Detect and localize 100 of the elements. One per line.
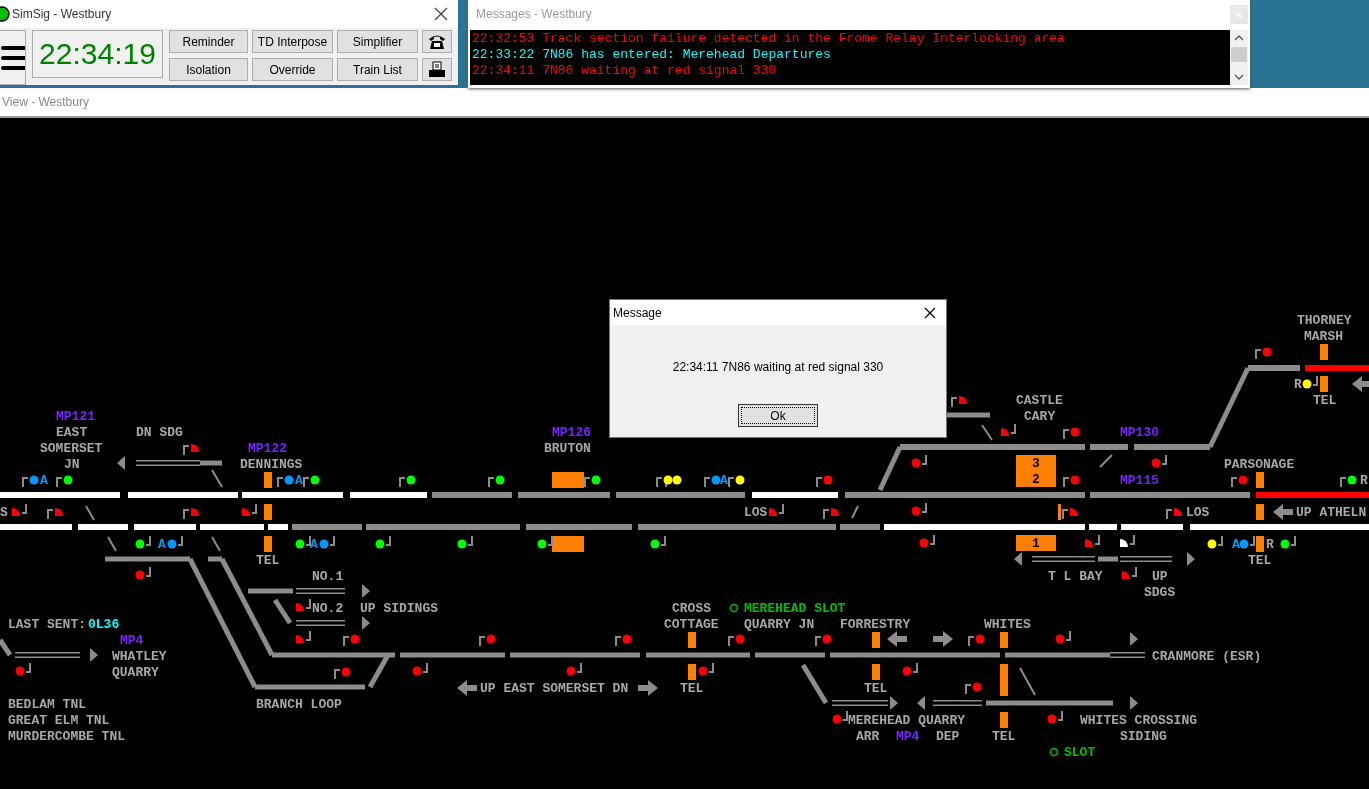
signal-post <box>708 662 714 673</box>
signal-post <box>704 477 711 488</box>
location-label: SIDING <box>1120 728 1167 744</box>
train-description: 0L36 <box>88 616 120 632</box>
toolbar-button[interactable]: Isolation <box>169 58 248 81</box>
ok-button[interactable]: Ok <box>738 404 818 427</box>
signal-post <box>22 477 29 488</box>
location-label: LOS <box>744 504 768 520</box>
signal-post <box>728 477 735 488</box>
siding-line <box>1032 556 1095 562</box>
location-label: TEL <box>256 552 280 568</box>
signal-post <box>177 535 183 546</box>
location-label: TEL <box>680 680 704 696</box>
arrow-icon <box>1130 696 1138 710</box>
signal-post <box>385 535 391 546</box>
milepost-label: MP4 <box>120 632 144 648</box>
message-line: 22:33:22 7N86 has entered: Merehead Departures <box>472 47 831 63</box>
signal-post <box>912 662 918 673</box>
telephone-button[interactable] <box>422 30 452 53</box>
indicator-letter: A <box>310 536 318 552</box>
location-label: TEL <box>992 728 1016 744</box>
signal-post <box>305 535 311 546</box>
location-label: EAST <box>56 424 88 440</box>
menu-button[interactable] <box>0 30 26 85</box>
toolbar-button[interactable]: Override <box>252 58 333 81</box>
location-label: WHATLEY <box>112 648 167 664</box>
toolbar-button[interactable]: Reminder <box>169 30 248 53</box>
crossover-line <box>107 536 117 552</box>
arrow-icon <box>1014 552 1022 566</box>
location-label: TEL <box>864 680 888 696</box>
slot-label: SLOT <box>1064 744 1096 760</box>
toolbar-button[interactable]: TD Interpose <box>252 30 333 53</box>
location-label: SDGS <box>1144 584 1176 600</box>
signal-post <box>1062 509 1069 520</box>
location-label: CARY <box>1024 408 1056 424</box>
location-label: DEP <box>936 728 960 744</box>
signal-post <box>1131 566 1137 577</box>
td-berth <box>1000 712 1008 728</box>
printer-button[interactable] <box>422 58 452 81</box>
td-berth <box>1000 632 1008 648</box>
arrow-icon <box>362 616 370 630</box>
td-berth <box>1256 536 1264 552</box>
track-line <box>800 663 829 705</box>
slot-icon <box>1049 747 1059 757</box>
location-label: MURDERCOMBE TNL <box>8 728 126 744</box>
signal-post <box>1094 534 1100 545</box>
window-title: SimSig - Westbury <box>12 7 112 21</box>
siding-line <box>1120 556 1172 562</box>
location-label: WHITES <box>984 616 1031 632</box>
arrow-icon <box>362 584 370 598</box>
siding-line <box>15 652 80 658</box>
location-label: TEL <box>1313 392 1337 408</box>
signal-post <box>1161 454 1167 465</box>
signal-post <box>1217 535 1223 546</box>
crossover-line <box>211 469 223 488</box>
signal-post <box>1231 477 1238 488</box>
berth-number: 3 <box>1032 455 1040 471</box>
signal-post <box>1166 509 1173 520</box>
siding-line <box>933 700 982 706</box>
location-label: S <box>0 504 8 520</box>
td-berth <box>688 632 696 648</box>
siding-line <box>832 700 888 706</box>
arrow-icon <box>90 648 98 662</box>
signal-post <box>660 535 666 546</box>
berth-number: 1 <box>1032 535 1040 551</box>
signal-post <box>547 535 553 546</box>
td-berth <box>1058 504 1061 520</box>
signal-post <box>921 502 927 513</box>
close-button[interactable] <box>434 7 448 21</box>
signal-post <box>145 566 151 577</box>
close-button[interactable] <box>924 306 936 319</box>
signal-post <box>329 535 335 546</box>
location-label: DENNINGS <box>240 456 303 472</box>
track-line <box>0 638 13 657</box>
signal-post <box>21 503 27 514</box>
location-label: DN SDG <box>136 424 183 440</box>
siding-line <box>296 620 345 626</box>
signal-post <box>1290 535 1296 546</box>
berth-number: 2 <box>1032 471 1040 487</box>
signal-post <box>56 477 63 488</box>
indicator-letter: A <box>158 536 166 552</box>
location-label: UP EAST SOMERSET DN <box>480 680 629 696</box>
location-label: CROSS <box>672 600 711 616</box>
scrollbar[interactable] <box>1230 30 1248 85</box>
location-label: SOMERSET <box>40 440 103 456</box>
arrow-icon <box>638 680 658 696</box>
signal-post <box>1057 710 1063 721</box>
location-label: QUARRY JN <box>744 616 815 632</box>
location-label: R <box>1294 376 1302 392</box>
toolbar-button[interactable]: Train List <box>337 58 418 81</box>
arrow-icon <box>933 631 953 647</box>
crossover-line <box>1099 454 1113 468</box>
td-berth <box>872 632 880 648</box>
signal-post <box>305 598 311 609</box>
td-berth <box>1016 455 1056 487</box>
siding-line <box>1110 652 1145 658</box>
toolbar-button[interactable]: Simplifier <box>337 30 418 53</box>
location-label: TEL <box>1248 552 1272 568</box>
message-line: 22:32:53 Track section failure detected in the Frome Relay Interlocking area <box>472 31 1065 47</box>
arrow-icon <box>1130 632 1138 646</box>
